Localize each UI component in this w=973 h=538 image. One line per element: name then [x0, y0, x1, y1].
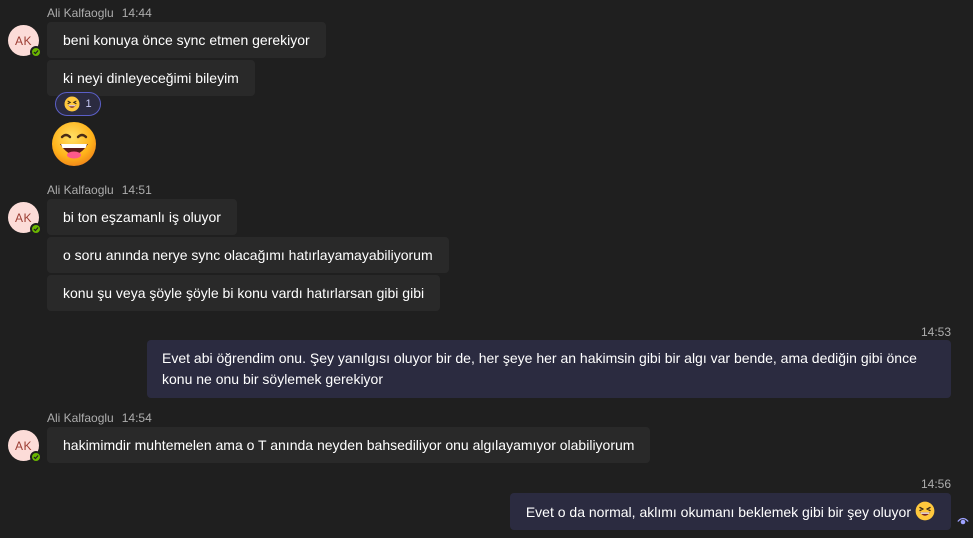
avatar-initials: AK	[14, 210, 32, 225]
message-line: Evet o da normal, aklımı okumanı bekleme…	[525, 504, 911, 520]
avatar[interactable]: AK	[8, 430, 42, 463]
grinning-squinting-face-icon	[915, 501, 935, 521]
grinning-squinting-face-icon	[64, 96, 80, 112]
presence-available-icon	[30, 451, 42, 463]
message-bubble[interactable]: beni konuya önce sync etmen gerekiyor	[47, 22, 326, 58]
message-header: Ali Kalfaoglu 14:54	[47, 411, 152, 425]
message-header: Ali Kalfaoglu 14:44	[47, 6, 152, 20]
message-timestamp: 14:51	[121, 183, 152, 197]
message-header: Ali Kalfaoglu 14:51	[47, 183, 152, 197]
grinning-face-sticker-icon	[52, 122, 96, 166]
sender-name[interactable]: Ali Kalfaoglu	[47, 183, 114, 197]
self-message-bubble[interactable]: Evet abi öğrendim onu. Şey yanılgısı olu…	[147, 340, 951, 398]
message-timestamp: 14:44	[121, 6, 152, 20]
reaction-count: 1	[85, 98, 92, 110]
sender-name[interactable]: Ali Kalfaoglu	[47, 411, 114, 425]
message-bubble[interactable]: ki neyi dinleyeceğimi bileyim	[47, 60, 255, 96]
message-timestamp: 14:54	[121, 411, 152, 425]
sender-name[interactable]: Ali Kalfaoglu	[47, 6, 114, 20]
avatar-initials: AK	[14, 33, 32, 48]
avatar[interactable]: AK	[8, 202, 42, 235]
message-bubble[interactable]: konu şu veya şöyle şöyle bi konu vardı h…	[47, 275, 441, 311]
presence-available-icon	[30, 223, 42, 235]
avatar-initials: AK	[14, 438, 32, 453]
reaction-pill[interactable]: 1	[55, 92, 101, 116]
presence-available-icon	[30, 46, 42, 58]
self-message-bubble[interactable]: Evet o da normal, aklımı okumanı bekleme…	[509, 493, 951, 530]
read-eye-icon	[957, 517, 969, 525]
message-bubble[interactable]: hakimimdir muhtemelen ama o T anında ney…	[47, 427, 651, 463]
message-bubble[interactable]: o soru anında nerye sync olacağımı hatır…	[47, 237, 449, 273]
message-line: konu ne onu bir söylemek gerekiyor	[162, 371, 384, 387]
message-bubble[interactable]: bi ton eşzamanlı iş oluyor	[47, 199, 237, 235]
message-line: Evet abi öğrendim onu. Şey yanılgısı olu…	[162, 350, 917, 366]
avatar[interactable]: AK	[8, 25, 42, 58]
message-timestamp: 14:53	[920, 325, 951, 339]
message-timestamp: 14:56	[920, 477, 951, 491]
